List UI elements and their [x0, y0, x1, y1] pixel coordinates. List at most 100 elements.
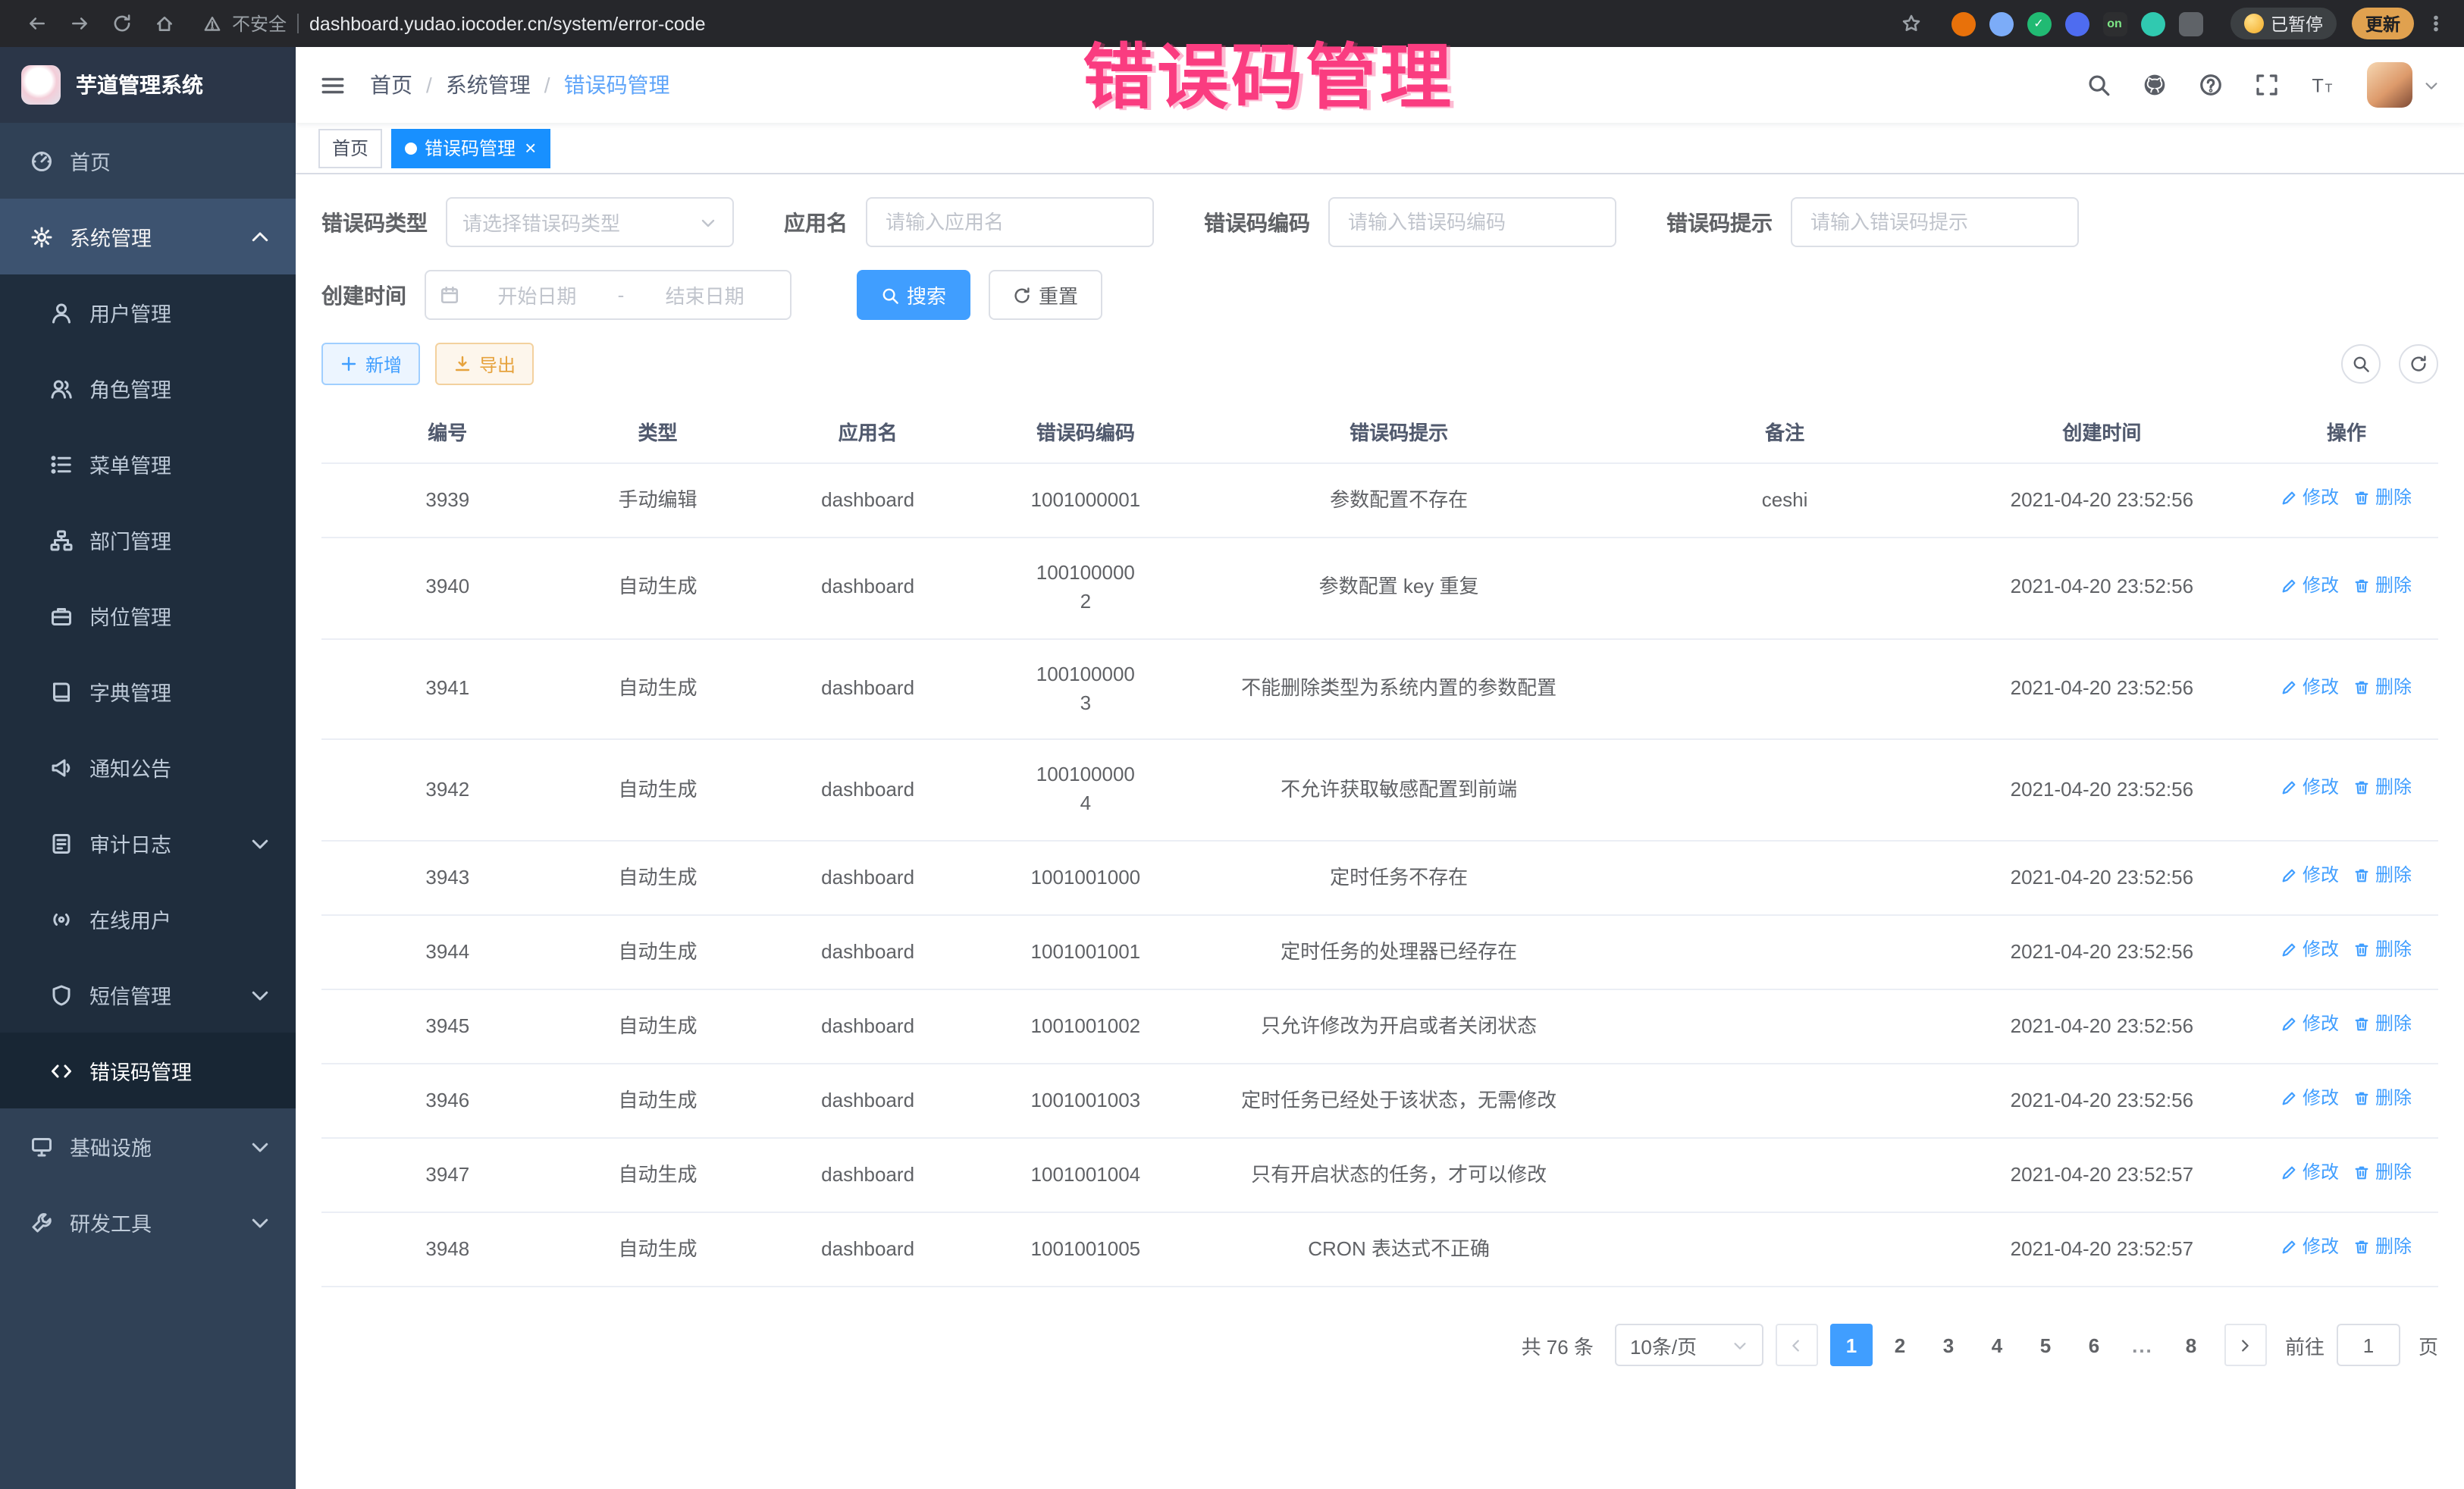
goto-page-input[interactable] [2337, 1324, 2400, 1367]
sidebar-item-online-user[interactable]: 在线用户 [0, 881, 296, 957]
page-number-6[interactable]: 6 [2073, 1324, 2115, 1367]
header-search-icon[interactable] [2086, 73, 2111, 97]
app-name-input[interactable] [886, 211, 1134, 234]
font-size-icon[interactable]: TT [2311, 73, 2335, 97]
export-button[interactable]: 导出 [435, 343, 534, 385]
page-number-2[interactable]: 2 [1879, 1324, 1921, 1367]
cell-id: 3947 [321, 1138, 574, 1212]
more-pages[interactable]: ... [2121, 1324, 2164, 1367]
delete-link[interactable]: 删除 [2354, 1011, 2412, 1038]
ext-on-switch-icon[interactable]: on [2102, 11, 2127, 36]
create-time-range-picker[interactable]: 开始日期 - 结束日期 [425, 270, 792, 320]
sidebar-item-dev-tool[interactable]: 研发工具 [0, 1184, 296, 1260]
refresh-table-button[interactable] [2399, 344, 2438, 384]
delete-link[interactable]: 删除 [2354, 674, 2412, 701]
sidebar-toggle-icon[interactable] [320, 72, 346, 98]
error-hint-input[interactable] [1810, 211, 2059, 234]
delete-link[interactable]: 删除 [2354, 1086, 2412, 1112]
tag-1[interactable]: 错误码管理× [391, 128, 550, 168]
sidebar-item-error-code[interactable]: 错误码管理 [0, 1033, 296, 1108]
error-code-input[interactable] [1348, 211, 1597, 234]
delete-link[interactable]: 删除 [2354, 485, 2412, 512]
fullscreen-icon[interactable] [2255, 73, 2279, 97]
page-number-5[interactable]: 5 [2024, 1324, 2067, 1367]
edit-link[interactable]: 修改 [2281, 485, 2339, 512]
sidebar-item-post[interactable]: 岗位管理 [0, 578, 296, 654]
browser-menu-icon[interactable] [2426, 14, 2446, 33]
sidebar-item-sms[interactable]: 短信管理 [0, 957, 296, 1033]
breadcrumb-item[interactable]: 首页 [370, 70, 412, 100]
cell-time: 2021-04-20 23:52:56 [1949, 915, 2255, 989]
edit-link[interactable]: 修改 [2281, 775, 2339, 801]
edit-link[interactable]: 修改 [2281, 1235, 2339, 1262]
edit-link[interactable]: 修改 [2281, 1011, 2339, 1038]
edit-link[interactable]: 修改 [2281, 1086, 2339, 1112]
browser-back-button[interactable] [18, 5, 55, 42]
reset-button[interactable]: 重置 [989, 270, 1102, 320]
sidebar-item-menu[interactable]: 菜单管理 [0, 426, 296, 502]
page-number-8[interactable]: 8 [2170, 1324, 2212, 1367]
user-avatar[interactable] [2367, 62, 2412, 108]
page-number-1[interactable]: 1 [1830, 1324, 1873, 1367]
edit-link[interactable]: 修改 [2281, 863, 2339, 889]
error-type-select[interactable]: 请选择错误码类型 [446, 197, 734, 247]
add-button[interactable]: 新增 [321, 343, 420, 385]
cell-time: 2021-04-20 23:52:57 [1949, 1138, 2255, 1212]
sidebar-item-home[interactable]: 首页 [0, 123, 296, 199]
github-icon[interactable] [2143, 73, 2167, 97]
ext-green-check-icon[interactable]: ✓ [2027, 11, 2051, 36]
sidebar-item-user[interactable]: 用户管理 [0, 274, 296, 350]
docs-help-icon[interactable] [2199, 73, 2223, 97]
sidebar-item-dict[interactable]: 字典管理 [0, 654, 296, 729]
delete-link[interactable]: 删除 [2354, 775, 2412, 801]
cell-app: dashboard [741, 1213, 994, 1287]
avatar-caret-icon[interactable] [2423, 77, 2440, 93]
delete-link[interactable]: 删除 [2354, 863, 2412, 889]
page-number-3[interactable]: 3 [1927, 1324, 1970, 1367]
edit-icon [2281, 490, 2298, 506]
sms-icon [50, 983, 73, 1006]
delete-link[interactable]: 删除 [2354, 1235, 2412, 1262]
sidebar-item-infra[interactable]: 基础设施 [0, 1108, 296, 1184]
cell-time: 2021-04-20 23:52:56 [1949, 638, 2255, 739]
page-size-select[interactable]: 10条/页 [1615, 1324, 1763, 1367]
cell-operations: 修改删除 [2255, 1064, 2438, 1138]
prev-page-button[interactable] [1776, 1324, 1818, 1367]
toggle-search-button[interactable] [2341, 344, 2381, 384]
ext-gray-puzzle-icon[interactable] [2178, 11, 2202, 36]
ext-blue-icon[interactable] [2064, 11, 2089, 36]
browser-home-button[interactable] [146, 5, 182, 42]
edit-link[interactable]: 修改 [2281, 573, 2339, 600]
total-count: 共 76 条 [1522, 1331, 1594, 1360]
ext-lightblue-icon[interactable] [1989, 11, 2013, 36]
edit-link[interactable]: 修改 [2281, 1160, 2339, 1186]
delete-link[interactable]: 删除 [2354, 937, 2412, 964]
close-tag-icon[interactable]: × [525, 138, 536, 158]
bookmark-star-icon[interactable] [1901, 14, 1920, 33]
active-tag-dot [405, 142, 417, 154]
delete-link[interactable]: 删除 [2354, 1160, 2412, 1186]
cell-hint: 参数配置不存在 [1177, 463, 1621, 538]
edit-link[interactable]: 修改 [2281, 937, 2339, 964]
next-page-button[interactable] [2224, 1324, 2267, 1367]
sidebar-item-role[interactable]: 角色管理 [0, 350, 296, 426]
sidebar: 芋道管理系统 首页系统管理用户管理角色管理菜单管理部门管理岗位管理字典管理通知公… [0, 47, 296, 1489]
sidebar-item-dept[interactable]: 部门管理 [0, 502, 296, 578]
tag-0[interactable]: 首页 [318, 128, 382, 168]
browser-reload-button[interactable] [103, 5, 140, 42]
calendar-icon [440, 285, 459, 305]
breadcrumb-item[interactable]: 系统管理 [446, 70, 531, 100]
ext-orange-icon[interactable] [1951, 11, 1975, 36]
address-bar[interactable]: 不安全 dashboard.yudao.iocoder.cn/system/er… [188, 11, 1882, 36]
ext-teal-icon[interactable] [2140, 11, 2165, 36]
sidebar-item-notice[interactable]: 通知公告 [0, 729, 296, 805]
page-number-4[interactable]: 4 [1976, 1324, 2018, 1367]
edit-link[interactable]: 修改 [2281, 674, 2339, 701]
search-button[interactable]: 搜索 [857, 270, 970, 320]
browser-forward-button[interactable] [61, 5, 97, 42]
delete-link[interactable]: 删除 [2354, 573, 2412, 600]
update-button[interactable]: 更新 [2352, 8, 2414, 39]
sidebar-item-audit-log[interactable]: 审计日志 [0, 805, 296, 881]
paused-badge[interactable]: 已暂停 [2230, 8, 2337, 39]
sidebar-item-system[interactable]: 系统管理 [0, 199, 296, 274]
